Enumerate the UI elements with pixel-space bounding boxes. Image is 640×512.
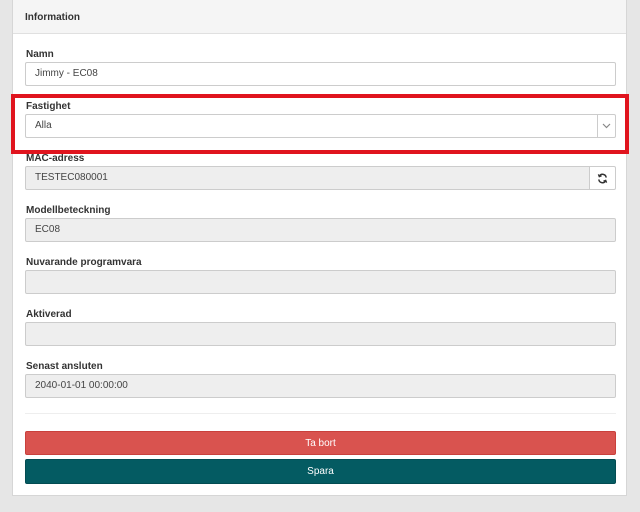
mac-label: MAC-adress: [26, 153, 85, 164]
firmware-input[interactable]: [25, 270, 616, 294]
model-label: Modellbeteckning: [26, 205, 111, 216]
last-connected-label: Senast ansluten: [26, 361, 103, 372]
name-value: Jimmy - EC08: [35, 68, 98, 79]
information-panel: Information Namn Jimmy - EC08 Fastighet …: [12, 0, 627, 496]
activated-input[interactable]: [25, 322, 616, 346]
delete-button[interactable]: Ta bort: [25, 431, 616, 455]
model-value: EC08: [35, 224, 61, 235]
form-divider: [25, 413, 616, 414]
mac-input[interactable]: TESTEC080001: [25, 166, 590, 190]
refresh-mac-button[interactable]: [589, 166, 616, 190]
highlight-frame: [11, 94, 629, 154]
mac-input-group: TESTEC080001: [25, 166, 616, 190]
mac-value: TESTEC080001: [35, 172, 108, 183]
activated-label: Aktiverad: [26, 309, 72, 320]
panel-title: Information: [13, 0, 626, 34]
refresh-icon: [597, 173, 608, 183]
model-input[interactable]: EC08: [25, 218, 616, 242]
name-label: Namn: [26, 49, 54, 60]
firmware-label: Nuvarande programvara: [26, 257, 142, 268]
last-connected-value: 2040-01-01 00:00:00: [35, 380, 128, 391]
save-button[interactable]: Spara: [25, 459, 616, 484]
name-input[interactable]: Jimmy - EC08: [25, 62, 616, 86]
last-connected-input[interactable]: 2040-01-01 00:00:00: [25, 374, 616, 398]
